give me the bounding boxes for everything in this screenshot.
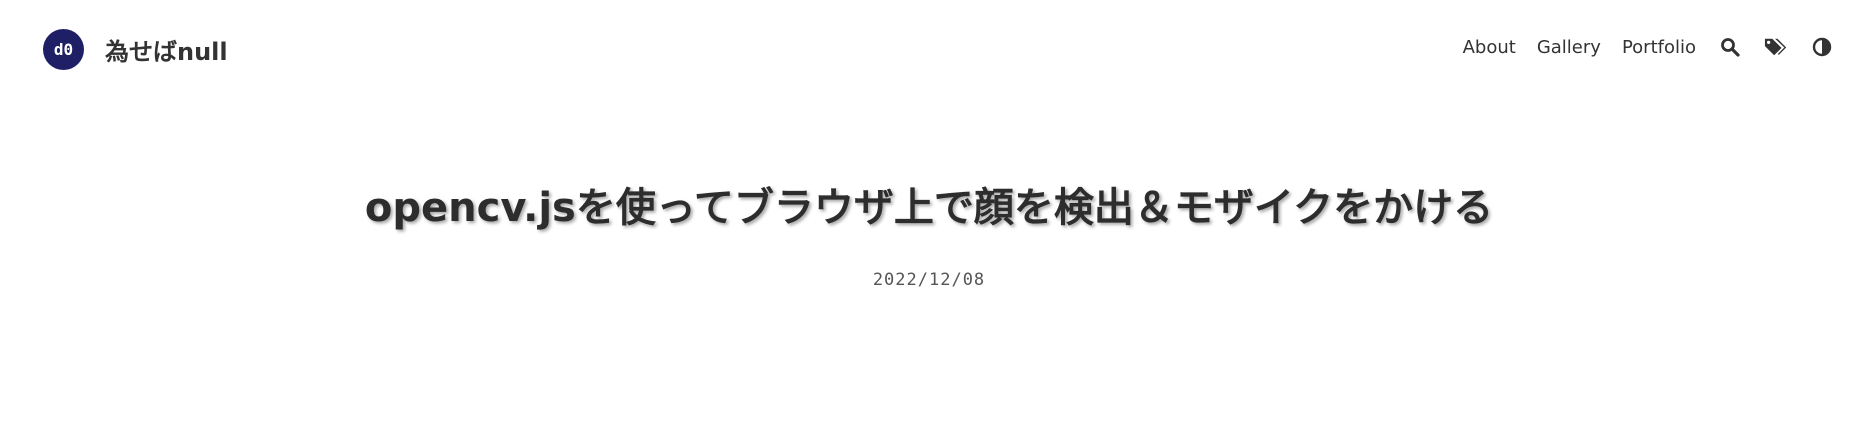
site-header: d0 為せばnull About Gallery Portfolio bbox=[0, 0, 1858, 98]
post-title: opencv.jsを使ってブラウザ上で顔を検出＆モザイクをかける bbox=[364, 185, 1494, 231]
tags-icon[interactable] bbox=[1764, 35, 1788, 59]
site-title: 為せばnull bbox=[105, 38, 228, 66]
nav-link-about[interactable]: About bbox=[1463, 37, 1516, 58]
site-logo: d0 bbox=[43, 29, 84, 70]
search-icon[interactable] bbox=[1718, 35, 1742, 59]
post-date: 2022/12/08 bbox=[872, 270, 986, 290]
nav-link-portfolio[interactable]: Portfolio bbox=[1622, 37, 1696, 58]
main-nav: About Gallery Portfolio bbox=[1463, 33, 1834, 61]
nav-link-gallery[interactable]: Gallery bbox=[1537, 37, 1601, 58]
site-brand-link[interactable]: d0 為せばnull bbox=[43, 29, 228, 70]
theme-toggle-icon[interactable] bbox=[1810, 35, 1834, 59]
post-header: opencv.jsを使ってブラウザ上で顔を検出＆モザイクをかける 2022/12… bbox=[0, 180, 1858, 290]
